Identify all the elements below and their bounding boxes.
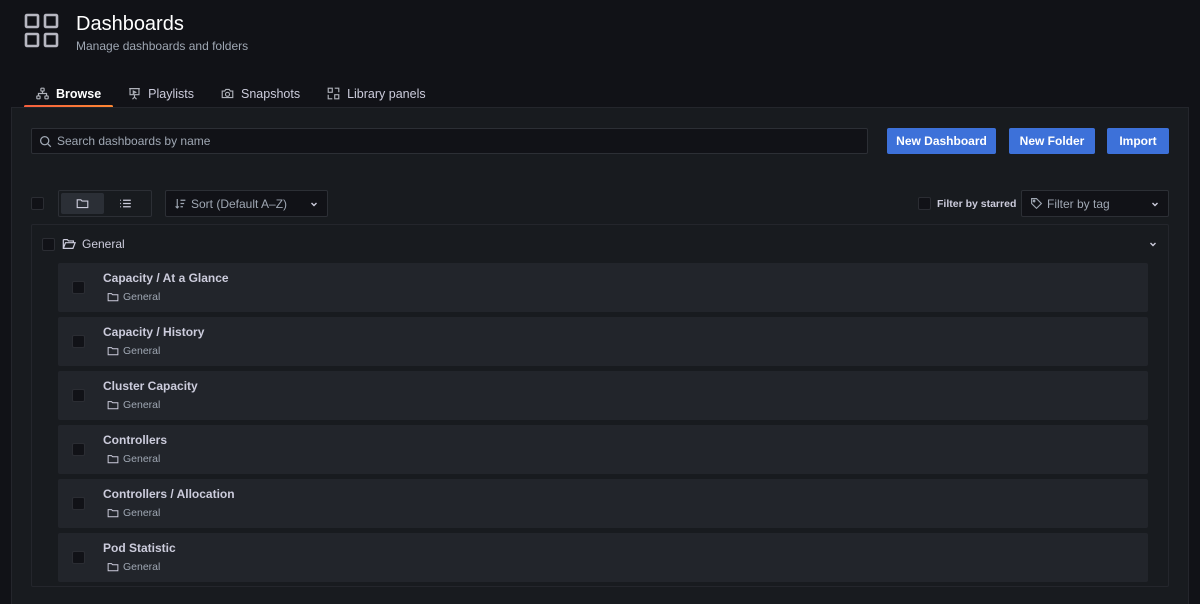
dashboard-row[interactable]: Cluster Capacity General <box>58 371 1148 420</box>
page-header: Dashboards Manage dashboards and folders <box>24 12 248 54</box>
import-button[interactable]: Import <box>1107 128 1169 154</box>
page-title: Dashboards <box>76 13 184 35</box>
dashboard-folder-label: General <box>123 345 161 357</box>
dashboard-list: Capacity / At a Glance General Capacity … <box>58 263 1148 587</box>
folder-icon <box>76 197 89 210</box>
tab-playlists[interactable]: Playlists <box>116 80 206 107</box>
browse-panel: New Dashboard New Folder Import Sor <box>11 107 1189 604</box>
dashboard-row[interactable]: Pod Statistic General <box>58 533 1148 582</box>
folder-icon <box>107 561 119 573</box>
dashboard-checkbox[interactable] <box>72 497 85 510</box>
folder-icon <box>107 345 119 357</box>
folder-open-icon <box>62 237 76 251</box>
dashboard-row[interactable]: Capacity / At a Glance General <box>58 263 1148 312</box>
folder-icon <box>107 399 119 411</box>
tab-snapshots-label: Snapshots <box>241 86 301 101</box>
dashboard-checkbox[interactable] <box>72 443 85 456</box>
folder-icon <box>107 507 119 519</box>
tab-playlists-label: Playlists <box>148 86 194 101</box>
dashboard-row[interactable]: Controllers / Allocation General <box>58 479 1148 528</box>
folder-header[interactable]: General <box>32 225 1168 263</box>
chevron-down-icon <box>1150 199 1160 209</box>
tab-library-panels[interactable]: Library panels <box>315 80 438 107</box>
chevron-down-icon <box>309 199 319 209</box>
dashboard-title[interactable]: Capacity / History <box>103 325 204 339</box>
tag-filter-select[interactable]: Filter by tag <box>1021 190 1169 217</box>
filter-starred-toggle[interactable]: Filter by starred <box>918 197 1016 210</box>
library-panels-icon <box>327 87 340 100</box>
dashboard-folder-label: General <box>123 507 161 519</box>
dashboard-folder-label: General <box>123 453 161 465</box>
view-mode-toggle <box>58 190 152 217</box>
tab-bar: Browse Playlists Snapshots Library panel… <box>24 80 441 108</box>
tab-snapshots[interactable]: Snapshots <box>209 80 312 107</box>
search-icon <box>39 135 52 148</box>
dashboard-checkbox[interactable] <box>72 389 85 402</box>
new-dashboard-button[interactable]: New Dashboard <box>887 128 996 154</box>
dashboard-title[interactable]: Capacity / At a Glance <box>103 271 229 285</box>
folder-view-button[interactable] <box>61 193 104 214</box>
list-icon <box>119 197 132 210</box>
folder-icon <box>107 453 119 465</box>
dashboard-row[interactable]: Controllers General <box>58 425 1148 474</box>
tab-browse-label: Browse <box>56 86 102 101</box>
dashboard-title[interactable]: Cluster Capacity <box>103 379 198 393</box>
folder-checkbox[interactable] <box>42 237 55 251</box>
folder-section-general: General Capacity / At a Glance General C… <box>31 224 1169 587</box>
tag-icon <box>1030 197 1043 210</box>
tab-library-panels-label: Library panels <box>347 86 426 101</box>
new-folder-button[interactable]: New Folder <box>1009 128 1095 154</box>
dashboard-checkbox[interactable] <box>72 335 85 348</box>
dashboard-checkbox[interactable] <box>72 551 85 564</box>
camera-icon <box>221 87 234 100</box>
folder-name: General <box>82 237 125 251</box>
dashboard-title[interactable]: Controllers / Allocation <box>103 487 235 501</box>
dashboard-folder-label: General <box>123 399 161 411</box>
tab-browse[interactable]: Browse <box>24 80 114 108</box>
folder-icon <box>107 291 119 303</box>
dashboard-folder-label: General <box>123 561 161 573</box>
search-box[interactable] <box>31 128 868 154</box>
dashboard-checkbox[interactable] <box>72 281 85 294</box>
dashboard-title[interactable]: Pod Statistic <box>103 541 176 555</box>
chevron-down-icon[interactable] <box>1148 239 1158 249</box>
select-all-checkbox[interactable] <box>31 197 44 210</box>
list-view-button[interactable] <box>104 193 147 214</box>
presentation-icon <box>128 87 141 100</box>
sort-label: Sort (Default A–Z) <box>191 196 288 211</box>
sort-icon <box>174 197 187 210</box>
apps-grid-icon <box>24 13 60 49</box>
tag-filter-placeholder: Filter by tag <box>1047 196 1110 211</box>
page-subtitle: Manage dashboards and folders <box>76 39 249 53</box>
dashboard-row[interactable]: Capacity / History General <box>58 317 1148 366</box>
sort-select[interactable]: Sort (Default A–Z) <box>165 190 328 217</box>
filter-starred-checkbox[interactable] <box>918 197 931 210</box>
dashboard-title[interactable]: Controllers <box>103 433 167 447</box>
search-input[interactable] <box>52 129 867 153</box>
dashboard-folder-label: General <box>123 291 161 303</box>
filter-starred-label: Filter by starred <box>937 197 1017 210</box>
sitemap-icon <box>36 87 49 100</box>
